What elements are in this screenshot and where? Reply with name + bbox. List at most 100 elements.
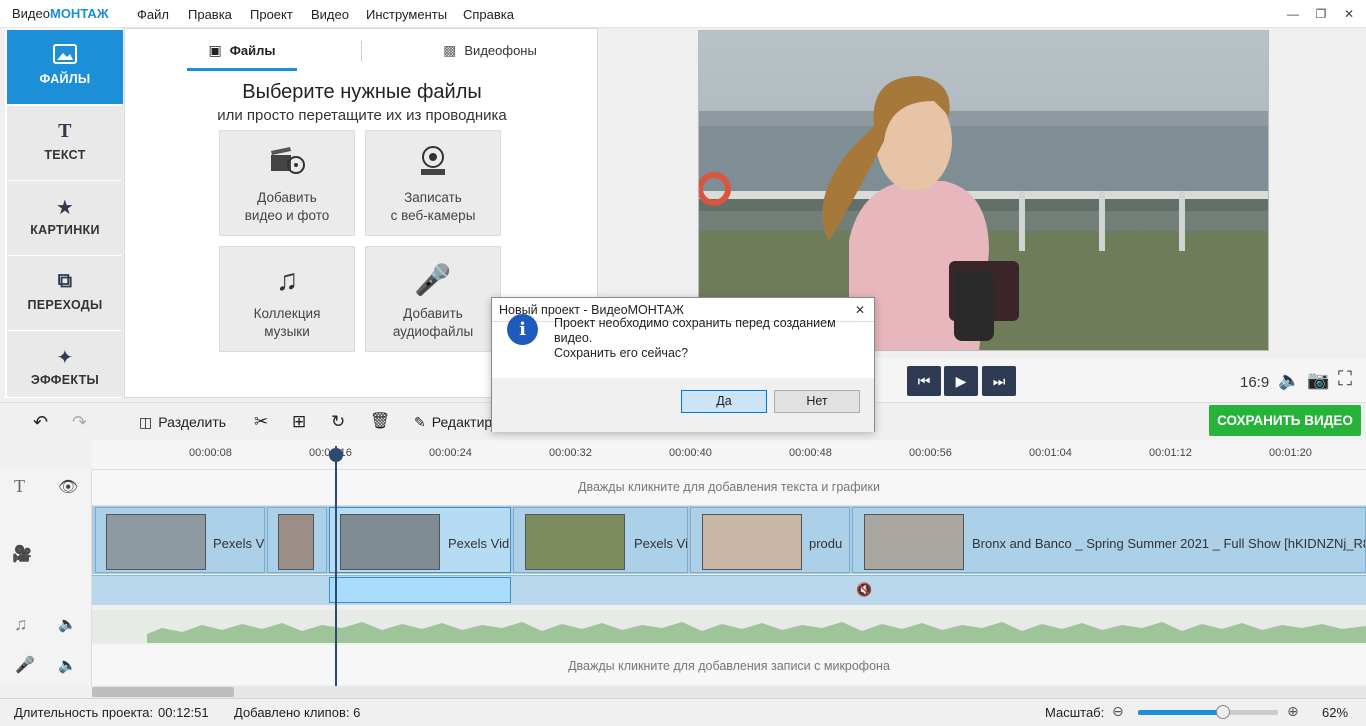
zoom-value: 62% (1322, 705, 1349, 720)
video-clip[interactable] (267, 507, 327, 573)
video-clip[interactable]: Pexels V (95, 507, 265, 573)
rotate-icon[interactable]: ↻ (331, 410, 345, 434)
zoom-in-icon[interactable]: ⊕ (1287, 703, 1299, 720)
sidebar-item-label: ЭФФЕКТЫ (30, 373, 100, 387)
sidebar-item-label: ПЕРЕХОДЫ (27, 298, 103, 312)
ruler-tick-label: 00:01:12 (1149, 447, 1192, 459)
clip-thumbnail (340, 514, 440, 570)
music-track[interactable] (92, 610, 1366, 643)
volume-icon[interactable]: 🔈 (1278, 370, 1300, 391)
duration-value: 00:12:51 (158, 705, 209, 720)
undo-icon[interactable]: ↶ (33, 410, 48, 434)
skip-back-icon: ⏮ (917, 373, 931, 389)
duration-label: Длительность проекта: (14, 705, 154, 720)
music-collection-button[interactable]: ♫ Коллекция музыки (219, 246, 355, 352)
clip-thumbnail (106, 514, 206, 570)
info-icon: i (507, 314, 538, 345)
mic-volume-icon[interactable]: 🔈 (58, 656, 77, 674)
scissors-icon[interactable]: ✂ (254, 410, 268, 434)
redo-icon[interactable]: ↷ (72, 410, 87, 434)
playhead[interactable] (335, 446, 337, 686)
split-button[interactable]: ◫ Разделить (139, 410, 226, 434)
tab-video-backgrounds[interactable]: ▩ Видеофоны (395, 29, 585, 71)
pencil-icon: ✎ (414, 414, 426, 430)
no-button[interactable]: Нет (774, 390, 860, 413)
sidebar-item-label: ТЕКСТ (44, 148, 86, 162)
add-video-photo-button[interactable]: Добавить видео и фото (219, 130, 355, 236)
microphone-icon: 🎤 (414, 264, 452, 297)
edit-button[interactable]: ✎ Редактир (414, 410, 492, 434)
dialog-message-line: Сохранить его сейчас? (554, 346, 689, 360)
timeline-scrollbar-thumb[interactable] (92, 687, 234, 697)
skip-forward-button[interactable]: ⏭ (982, 366, 1016, 396)
zoom-label: Масштаб: (1045, 705, 1105, 720)
zoom-slider-handle[interactable] (1216, 705, 1230, 719)
dialog-message-line: Проект необходимо сохранить перед создан… (554, 316, 836, 345)
ruler-tick-label: 00:00:08 (189, 447, 232, 459)
video-track-camera-icon: 🎥 (12, 546, 32, 563)
panel-title: Выберите нужные файлы (242, 81, 482, 103)
sidebar: ФАЙЛЫ T ТЕКСТ ★ КАРТИНКИ ⧉ ПЕРЕХОДЫ ✦ ЭФ… (5, 28, 123, 398)
tab-files[interactable]: ▣ Файлы (187, 29, 297, 71)
trash-icon[interactable]: 🗑 (370, 410, 390, 434)
clip-label: Pexels Vid (448, 536, 510, 551)
clip-label: Bronx and Banco _ Spring Summer 2021 _ F… (972, 536, 1366, 551)
transitions-icon: ⧉ (57, 270, 73, 292)
star-icon: ★ (55, 197, 75, 219)
play-button[interactable]: ▶ (944, 366, 978, 396)
sidebar-item-transitions[interactable]: ⧉ ПЕРЕХОДЫ (7, 256, 123, 330)
menu-help[interactable]: Справка (463, 7, 514, 22)
menu-file[interactable]: Файл (137, 7, 169, 22)
image-icon: ▣ (208, 42, 222, 58)
music-notes-icon: ♫ (275, 264, 299, 297)
clip-label: Pexels Vi (634, 536, 688, 551)
split-icon: ◫ (139, 414, 153, 430)
text-track-icon: T (14, 476, 25, 496)
fullscreen-icon[interactable]: ⛶ (1338, 368, 1352, 391)
clip-audio-track[interactable] (92, 575, 1366, 605)
save-video-button[interactable]: СОХРАНИТЬ ВИДЕО (1209, 405, 1361, 436)
timeline-scrollbar[interactable] (92, 686, 1366, 698)
mic-track-hint: Дважды кликните для добавления записи с … (568, 659, 890, 673)
skip-forward-icon: ⏭ (992, 373, 1006, 389)
selected-audio-segment[interactable] (329, 577, 511, 603)
menu-project[interactable]: Проект (250, 7, 293, 22)
ruler-tick-label: 00:00:48 (789, 447, 832, 459)
save-project-dialog: Новый проект - ВидеоМОНТАЖ ✕ i Проект не… (491, 297, 875, 432)
record-webcam-button[interactable]: Записать с веб-камеры (365, 130, 501, 236)
eye-icon[interactable]: 👁 (58, 477, 78, 497)
sidebar-item-text[interactable]: T ТЕКСТ (7, 106, 123, 180)
text-track-hint: Дважды кликните для добавления текста и … (578, 480, 880, 494)
video-clip-selected[interactable]: Pexels Vid (329, 507, 511, 573)
menu-edit[interactable]: Правка (188, 7, 232, 22)
webcam-icon (366, 145, 500, 185)
clip-label: Pexels V (213, 536, 265, 551)
crop-icon[interactable]: ⊞ (292, 410, 306, 434)
menu-video[interactable]: Видео (311, 7, 349, 22)
ruler-tick-label: 00:00:24 (429, 447, 472, 459)
muted-audio-icon[interactable]: 🔇 (856, 582, 872, 598)
sidebar-item-files[interactable]: ФАЙЛЫ (7, 30, 123, 104)
playhead-handle[interactable] (329, 448, 343, 462)
close-window-icon[interactable]: ✕ (1338, 4, 1360, 24)
skip-back-button[interactable]: ⏮ (907, 366, 941, 396)
add-audio-files-button[interactable]: 🎤 Добавить аудиофайлы (365, 246, 501, 352)
clip-label: produ (809, 536, 843, 551)
snapshot-camera-icon[interactable]: 📷 (1307, 370, 1329, 391)
panel-subtitle: или просто перетащите их из проводника (217, 107, 507, 124)
sidebar-item-pictures[interactable]: ★ КАРТИНКИ (7, 181, 123, 255)
clip-thumbnail (702, 514, 802, 570)
minimize-icon[interactable]: — (1282, 4, 1304, 24)
maximize-icon[interactable]: ❐ (1310, 4, 1332, 24)
video-clip[interactable]: produ (690, 507, 850, 573)
video-clip[interactable]: Pexels Vi (513, 507, 688, 573)
camera-icon: ▩ (443, 42, 457, 58)
music-volume-icon[interactable]: 🔈 (58, 615, 77, 633)
sidebar-item-effects[interactable]: ✦ ЭФФЕКТЫ (7, 331, 123, 397)
video-clip[interactable]: Bronx and Banco _ Spring Summer 2021 _ F… (852, 507, 1366, 573)
menu-tools[interactable]: Инструменты (366, 7, 447, 22)
zoom-out-icon[interactable]: ⊖ (1112, 703, 1124, 720)
aspect-ratio-selector[interactable]: 16:9 (1240, 374, 1269, 391)
clip-thumbnail (278, 514, 314, 570)
yes-button[interactable]: Да (681, 390, 767, 413)
